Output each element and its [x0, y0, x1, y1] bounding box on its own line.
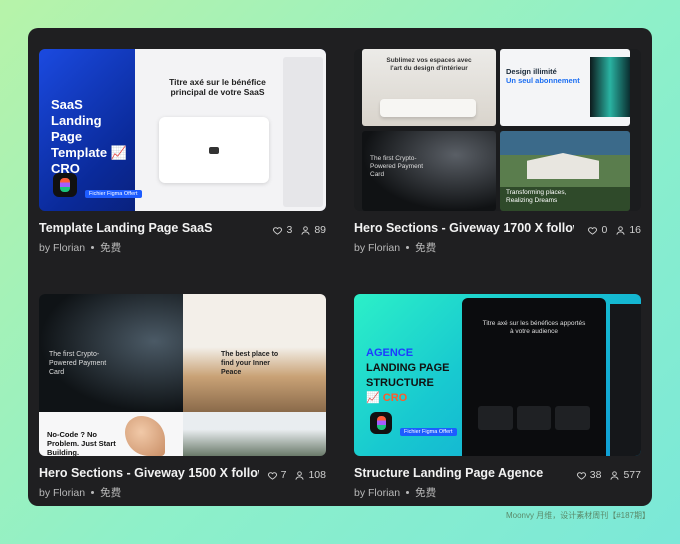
thumb-tile: The first Crypto-Powered Payment Card [39, 294, 183, 412]
thumb-sidebar [283, 57, 323, 207]
heart-icon [576, 471, 586, 480]
heart-icon [273, 226, 283, 235]
template-card[interactable]: SaaS Landing Page Template 📈 CRO Titre a… [39, 49, 326, 254]
thumb-text: Sublimez vos espaces avec l'art du desig… [386, 57, 472, 72]
figma-icon [370, 412, 392, 434]
like-count: 0 [601, 224, 608, 236]
thumb-headline: Titre axé sur les bénéfices apportés à v… [482, 320, 586, 335]
thumb-text: No-Code ? No Problem. Just Start Buildin… [47, 430, 116, 456]
like-stat[interactable]: 7 [267, 469, 287, 481]
user-icon [610, 470, 620, 480]
user-stat: 16 [615, 224, 641, 236]
figma-pill: Fichier Figma Offert [85, 190, 142, 198]
card-stats: 38 577 [576, 469, 641, 481]
card-meta: by Florian 免费 38 577 [354, 469, 641, 499]
sofa-image [380, 99, 476, 117]
play-icon [209, 147, 219, 154]
separator-dot [406, 490, 410, 494]
thumb-text: AGENCE LANDING PAGE STRUCTURE 📈 CRO [366, 347, 450, 404]
thumb-text: Design illimité Un seul abonnement [506, 67, 580, 85]
user-count: 89 [314, 224, 326, 236]
thumb-headline: Titre axé sur le bénéfice principal de v… [169, 77, 266, 97]
thumb-tile: No-Code ? No Problem. Just Start Buildin… [39, 412, 183, 456]
thumb-tile: The first Crypto-Powered Payment Card [362, 131, 496, 211]
thumb-preview: Titre axé sur le bénéfice principal de v… [135, 49, 326, 211]
card-author[interactable]: by Florian [354, 242, 400, 254]
gallery-panel: SaaS Landing Page Template 📈 CRO Titre a… [28, 28, 652, 506]
separator-dot [406, 245, 410, 249]
gradient-image [590, 57, 630, 117]
user-stat: 89 [300, 224, 326, 236]
like-stat[interactable]: 0 [587, 224, 607, 236]
user-stat: 577 [609, 469, 641, 481]
card-price: 免费 [415, 487, 437, 499]
thumb-tile: Transforming places, Realizing Dreams [500, 131, 630, 211]
separator-dot [91, 245, 95, 249]
card-price: 免费 [415, 242, 437, 254]
thumb-text: SaaS Landing Page Template 📈 CRO [51, 97, 127, 176]
card-author[interactable]: by Florian [354, 487, 400, 499]
card-thumbnail[interactable]: The first Crypto-Powered Payment Card Th… [39, 294, 326, 456]
thumb-sidebar [610, 304, 641, 456]
house-image [183, 412, 326, 456]
heart-icon [588, 226, 598, 235]
card-meta: by Florian 免费 7 108 [39, 469, 326, 499]
card-title[interactable]: Template Landing Page SaaS [39, 221, 259, 235]
figma-icon [53, 173, 77, 197]
user-count: 16 [629, 224, 641, 236]
card-thumbnail[interactable]: Sublimez vos espaces avec l'art du desig… [354, 49, 641, 211]
like-stat[interactable]: 3 [272, 224, 292, 236]
feature-cards [478, 406, 591, 430]
thumb-text: The first Crypto-Powered Payment Card [370, 155, 424, 178]
separator-dot [91, 490, 95, 494]
user-stat: 108 [294, 469, 326, 481]
user-icon [301, 225, 310, 235]
footer-credit: Moonvy 月维，设计素材周刊【#187期】 [505, 511, 650, 520]
card-title[interactable]: Hero Sections - Giveway 1500 X followers [39, 466, 259, 480]
figma-pill: Fichier Figma Offert [400, 428, 457, 436]
hand-image [125, 416, 165, 456]
user-icon [616, 225, 625, 235]
like-stat[interactable]: 38 [576, 469, 602, 481]
template-card[interactable]: Sublimez vos espaces avec l'art du desig… [354, 49, 641, 254]
user-count: 108 [308, 469, 326, 481]
user-count: 577 [623, 469, 641, 481]
card-title[interactable]: Hero Sections - Giveway 1700 X followers [354, 221, 574, 235]
card-price: 免费 [100, 242, 122, 254]
thumb-text: The first Crypto-Powered Payment Card [49, 351, 107, 376]
card-thumbnail[interactable]: SaaS Landing Page Template 📈 CRO Titre a… [39, 49, 326, 211]
thumb-preview: Titre axé sur les bénéfices apportés à v… [462, 298, 606, 456]
template-card[interactable]: The first Crypto-Powered Payment Card Th… [39, 294, 326, 499]
card-meta: by Florian 免费 3 89 [39, 224, 326, 254]
card-thumbnail[interactable]: AGENCE LANDING PAGE STRUCTURE 📈 CRO Titr… [354, 294, 641, 456]
thumb-text: Transforming places, Realizing Dreams [506, 189, 567, 204]
card-price: 免费 [100, 487, 122, 499]
card-title[interactable]: Structure Landing Page Agence [354, 466, 574, 480]
card-author[interactable]: by Florian [39, 242, 85, 254]
like-count: 7 [280, 469, 287, 481]
template-card[interactable]: AGENCE LANDING PAGE STRUCTURE 📈 CRO Titr… [354, 294, 641, 499]
heart-icon [267, 471, 277, 480]
card-meta: by Florian 免费 0 16 [354, 224, 641, 254]
like-count: 38 [589, 469, 602, 481]
user-icon [295, 470, 305, 480]
thumb-tile: The best place to find your Inner Peace [183, 294, 326, 412]
card-stats: 0 16 [587, 224, 641, 236]
card-stats: 3 89 [272, 224, 326, 236]
card-author[interactable]: by Florian [39, 487, 85, 499]
house-image [527, 153, 599, 179]
thumb-text: The best place to find your Inner Peace [221, 351, 279, 376]
thumb-tile: Sublimez vos espaces avec l'art du desig… [362, 49, 496, 126]
like-count: 3 [286, 224, 293, 236]
card-stats: 7 108 [267, 469, 326, 481]
thumb-tile: Design illimité Un seul abonnement [500, 49, 630, 126]
